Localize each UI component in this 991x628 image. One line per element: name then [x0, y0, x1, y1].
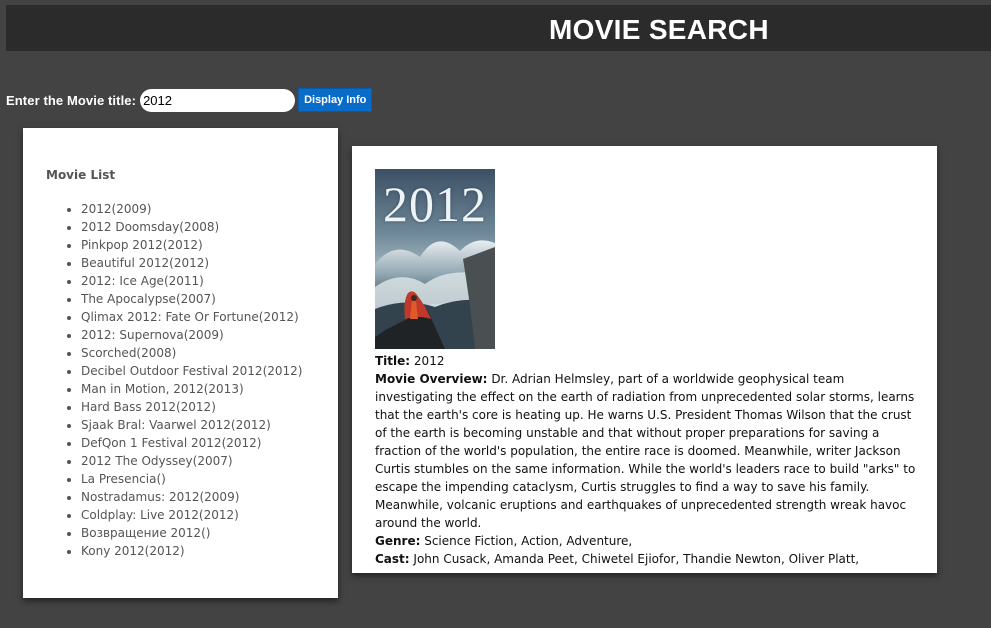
display-info-button[interactable]: Display Info: [298, 88, 373, 112]
cast-label: Cast:: [375, 552, 410, 566]
genre-row: Genre: Science Fiction, Action, Adventur…: [375, 532, 920, 550]
cast-row: Cast: John Cusack, Amanda Peet, Chiwetel…: [375, 550, 920, 568]
overview-value: Dr. Adrian Helmsley, part of a worldwide…: [375, 372, 916, 530]
movie-list-item[interactable]: Hard Bass 2012(2012): [81, 398, 302, 416]
movie-poster: 2012: [375, 169, 495, 349]
title-label: Title:: [375, 354, 411, 368]
movie-details: Title: 2012 Movie Overview: Dr. Adrian H…: [375, 352, 920, 568]
movie-list-item[interactable]: Scorched(2008): [81, 344, 302, 362]
genre-value: Science Fiction, Action, Adventure,: [424, 534, 633, 548]
movie-list-item[interactable]: Sjaak Bral: Vaarwel 2012(2012): [81, 416, 302, 434]
movie-list: 2012(2009) 2012 Doomsday(2008) Pinkpop 2…: [64, 200, 302, 560]
movie-list-item[interactable]: Pinkpop 2012(2012): [81, 236, 302, 254]
movie-title-input[interactable]: [140, 88, 296, 112]
movie-list-item[interactable]: 2012 Doomsday(2008): [81, 218, 302, 236]
movie-list-item[interactable]: Coldplay: Live 2012(2012): [81, 506, 302, 524]
movie-info-panel: 2012 Title: 2012 Movie Overview: Dr. Adr…: [352, 146, 937, 573]
movie-list-item[interactable]: Возвращение 2012(): [81, 524, 302, 542]
poster-title-text: 2012: [383, 176, 487, 232]
movie-list-item[interactable]: 2012(2009): [81, 200, 302, 218]
movie-list-item[interactable]: DefQon 1 Festival 2012(2012): [81, 434, 302, 452]
movie-list-item[interactable]: 2012: Supernova(2009): [81, 326, 302, 344]
search-label: Enter the Movie title:: [6, 92, 137, 108]
movie-list-item[interactable]: Decibel Outdoor Festival 2012(2012): [81, 362, 302, 380]
page-title: MOVIE SEARCH: [549, 14, 769, 45]
overview-row: Movie Overview: Dr. Adrian Helmsley, par…: [375, 370, 920, 532]
movie-list-item[interactable]: Beautiful 2012(2012): [81, 254, 302, 272]
movie-list-item[interactable]: Kony 2012(2012): [81, 542, 302, 560]
movie-list-item[interactable]: 2012 The Odyssey(2007): [81, 452, 302, 470]
movie-list-item[interactable]: La Presencia(): [81, 470, 302, 488]
genre-label: Genre:: [375, 534, 421, 548]
overview-label: Movie Overview:: [375, 372, 488, 386]
search-form: Enter the Movie title: Display Info: [6, 87, 373, 113]
movie-list-item[interactable]: Qlimax 2012: Fate Or Fortune(2012): [81, 308, 302, 326]
header-bar: MOVIE SEARCH: [6, 5, 991, 51]
movie-list-item[interactable]: Nostradamus: 2012(2009): [81, 488, 302, 506]
movie-list-panel: Movie List 2012(2009) 2012 Doomsday(2008…: [23, 128, 338, 598]
cast-value: John Cusack, Amanda Peet, Chiwetel Ejiof…: [413, 552, 860, 566]
title-row: Title: 2012: [375, 352, 920, 370]
title-value: 2012: [413, 354, 445, 368]
movie-list-item[interactable]: Man in Motion, 2012(2013): [81, 380, 302, 398]
movie-list-item[interactable]: 2012: Ice Age(2011): [81, 272, 302, 290]
movie-list-item[interactable]: The Apocalypse(2007): [81, 290, 302, 308]
movie-list-heading: Movie List: [46, 168, 116, 182]
